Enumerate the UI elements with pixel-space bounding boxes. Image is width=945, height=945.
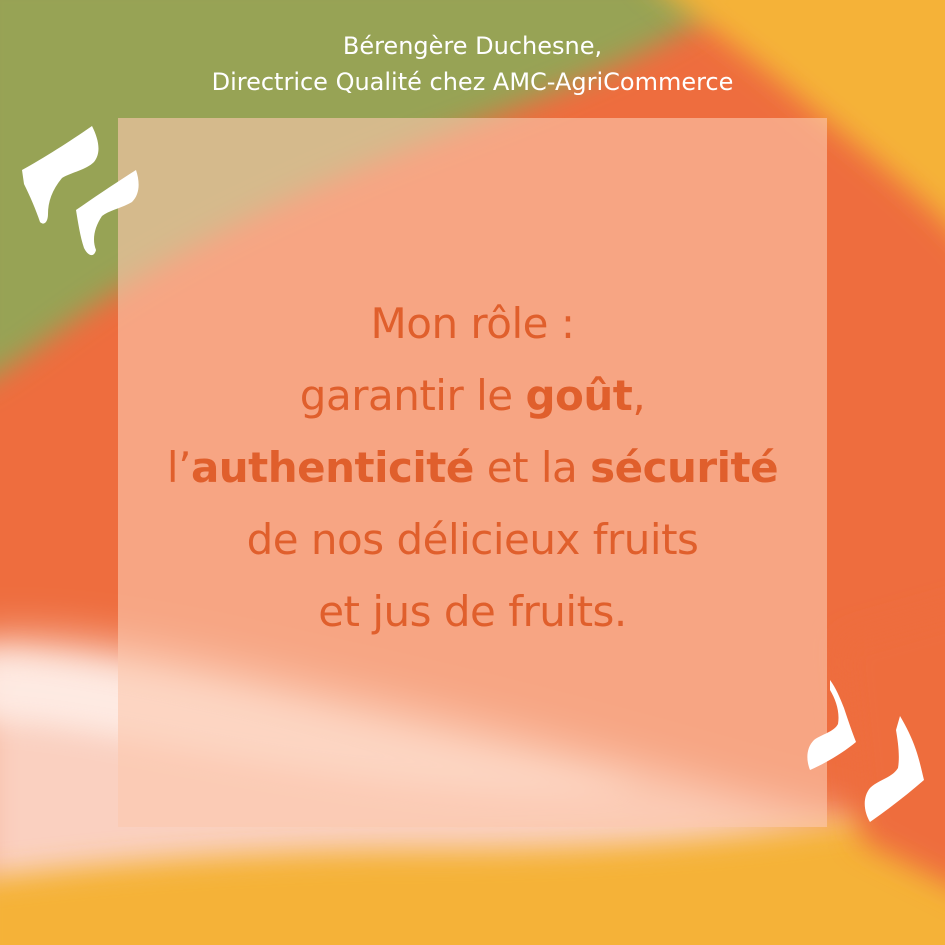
quote-keyword-authenticite: authenticité — [190, 443, 474, 492]
author-name: Bérengère Duchesne, — [342, 32, 603, 60]
quote-line-2: garantir le goût, — [118, 360, 827, 432]
quote-line-1: Mon rôle : — [118, 288, 827, 360]
open-quote-icon — [22, 126, 139, 256]
quote-line-5-text: et jus de fruits. — [318, 587, 627, 636]
quote-line-1-text: Mon rôle : — [370, 299, 575, 348]
quote-text: Mon rôle : garantir le goût, l’authentic… — [118, 288, 827, 648]
quote-line-3: l’authenticité et la sécurité — [118, 432, 827, 504]
attribution: Bérengère Duchesne, Directrice Qualité c… — [0, 28, 945, 100]
author-role: Directrice Qualité chez AMC-AgriCommerce — [211, 68, 734, 96]
quote-line-3-mid: et la — [473, 443, 591, 492]
quote-keyword-gout: goût — [525, 371, 633, 420]
quote-line-5: et jus de fruits. — [118, 576, 827, 648]
quote-line-4-text: de nos délicieux fruits — [246, 515, 699, 564]
quote-line-2-pre: garantir le — [299, 371, 526, 420]
quote-line-4: de nos délicieux fruits — [118, 504, 827, 576]
quote-line-2-post: , — [632, 371, 646, 420]
quote-line-3-pre: l’ — [166, 443, 192, 492]
quote-keyword-securite: sécurité — [590, 443, 779, 492]
close-quote-icon — [807, 680, 924, 822]
